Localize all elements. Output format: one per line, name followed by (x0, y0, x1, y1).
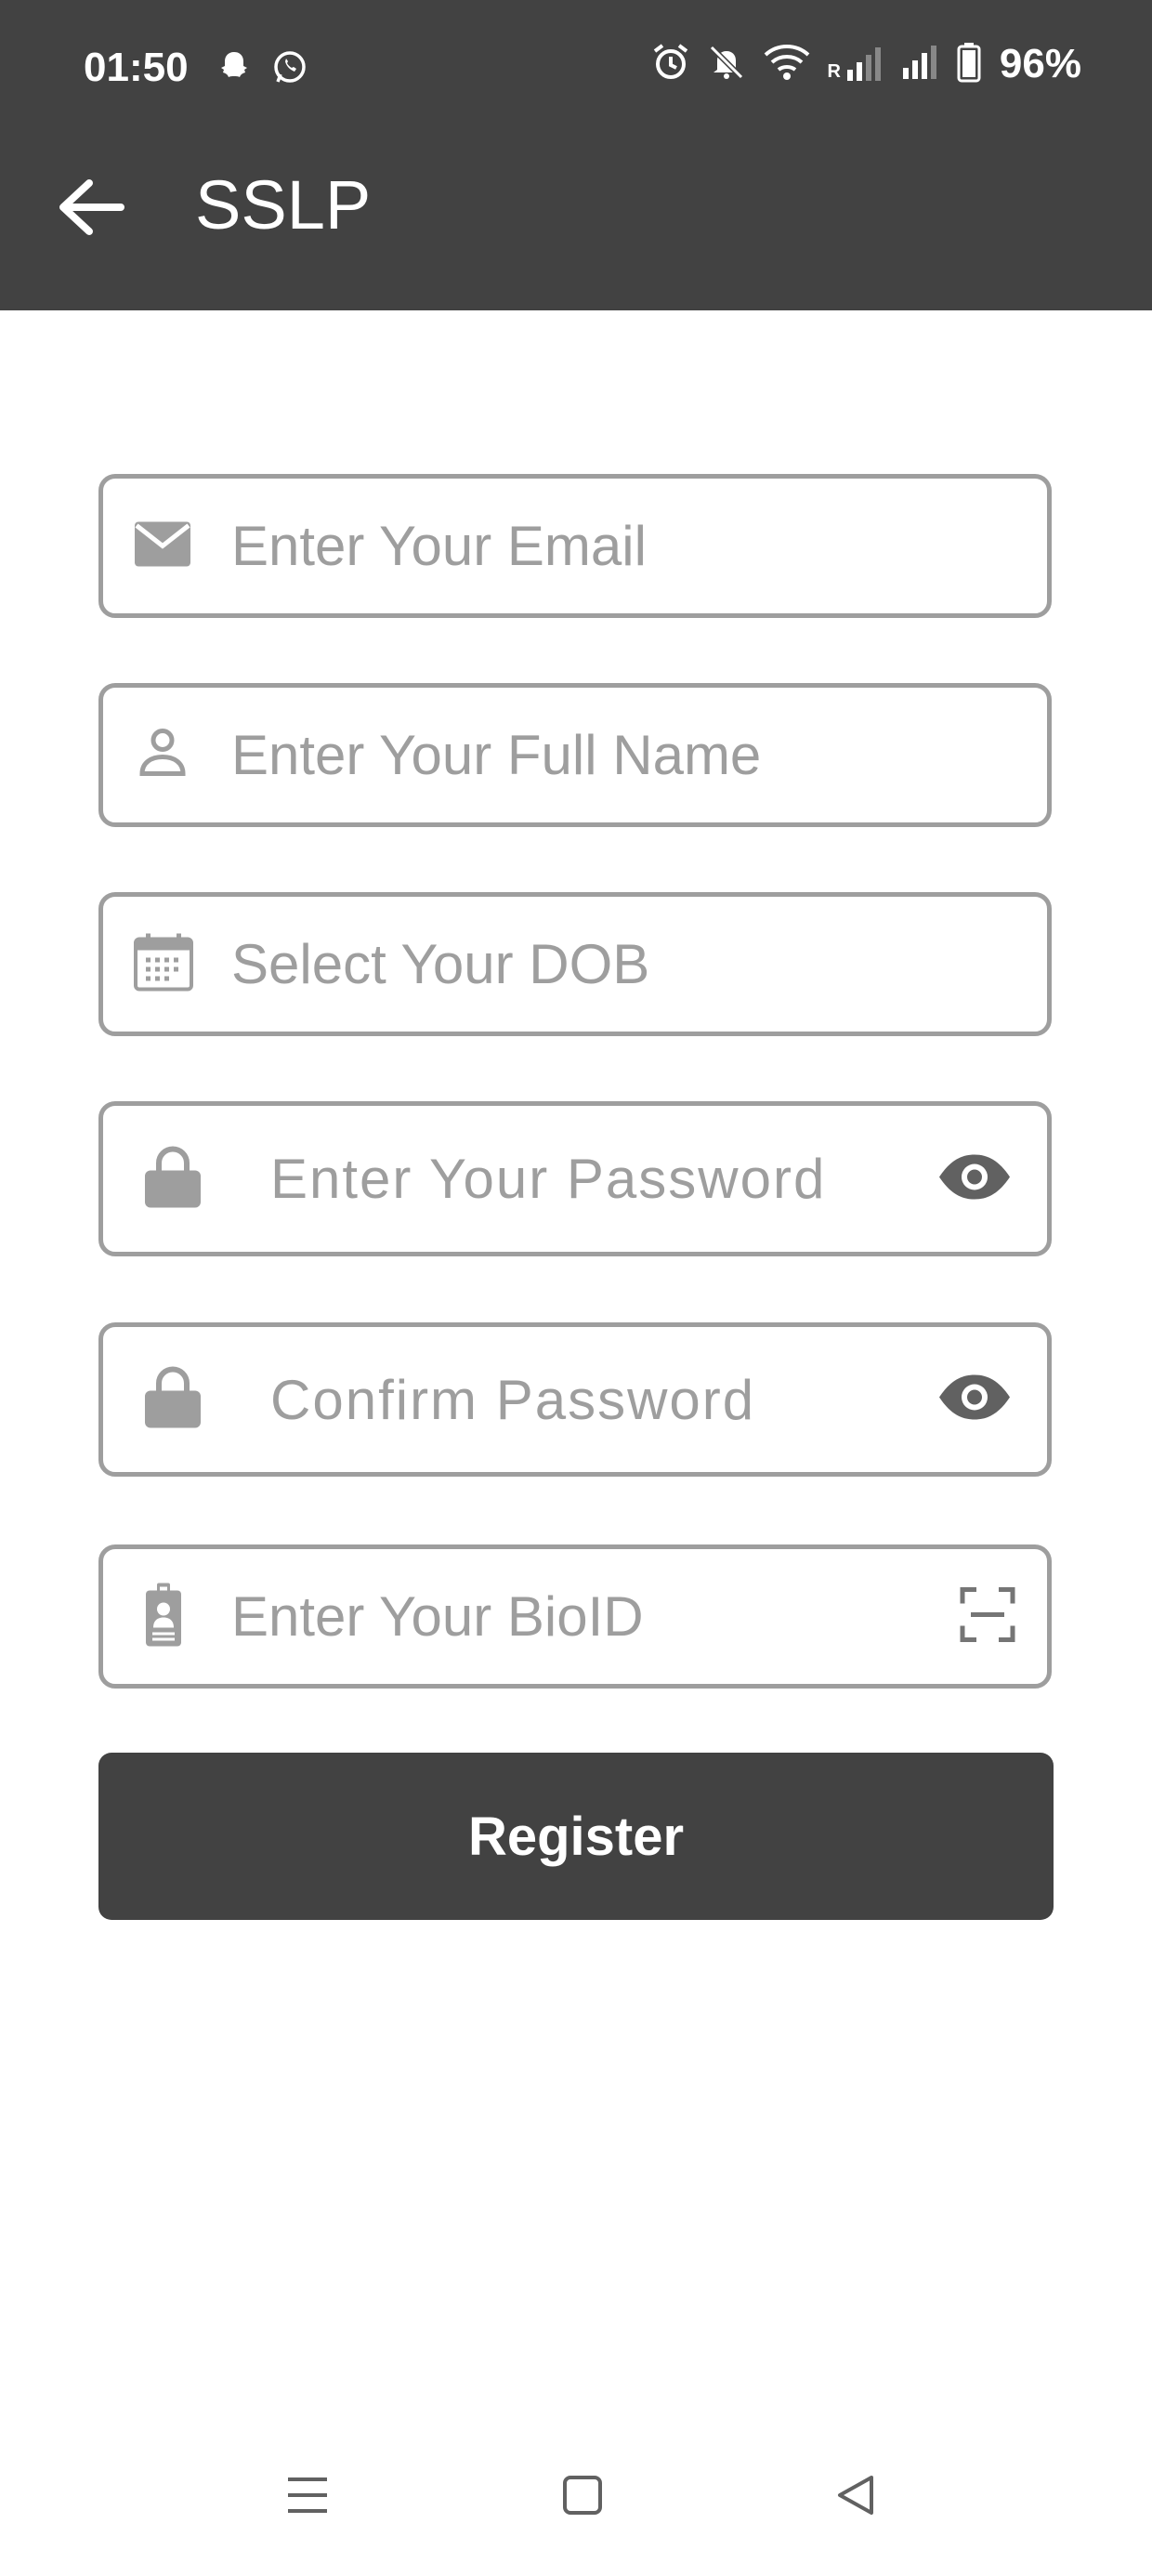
navigation-bar (0, 2453, 1152, 2556)
wifi-icon (762, 42, 812, 87)
confirm-password-field[interactable] (98, 1322, 1052, 1477)
status-bar: 01:50 R 96% (0, 0, 1152, 139)
snapchat-icon (216, 48, 253, 90)
lock-icon (142, 1365, 203, 1435)
back-button[interactable] (54, 175, 128, 240)
mail-icon (133, 519, 192, 572)
home-square-icon[interactable] (561, 2472, 604, 2523)
battery-icon (957, 42, 981, 87)
scan-icon[interactable] (960, 1586, 1015, 1647)
dob-input[interactable] (231, 897, 1012, 1032)
confirm-password-input[interactable] (270, 1327, 884, 1472)
person-icon (133, 727, 192, 783)
signal-icon (901, 44, 942, 85)
arrow-left-icon (59, 179, 124, 235)
lock-icon (142, 1144, 203, 1214)
back-triangle-icon[interactable] (832, 2472, 879, 2523)
bio-id-field[interactable] (98, 1544, 1052, 1689)
eye-icon[interactable] (937, 1152, 1012, 1205)
full-name-input[interactable] (231, 688, 1012, 822)
eye-icon[interactable] (937, 1373, 1012, 1426)
status-time: 01:50 (84, 45, 189, 90)
signal-icon: R (827, 46, 885, 83)
id-badge-icon (144, 1581, 183, 1652)
alarm-icon (650, 42, 691, 87)
password-field[interactable] (98, 1101, 1052, 1256)
register-button[interactable]: Register (98, 1753, 1054, 1920)
email-input[interactable] (231, 479, 1012, 613)
bio-id-input[interactable] (231, 1549, 919, 1684)
roaming-label: R (827, 61, 841, 82)
calendar-icon (133, 931, 194, 997)
password-input[interactable] (270, 1106, 884, 1252)
battery-percent: 96% (999, 41, 1081, 86)
dob-field[interactable] (98, 892, 1052, 1036)
full-name-field[interactable] (98, 683, 1052, 827)
whatsapp-icon (271, 48, 308, 90)
app-bar: SSLP (0, 139, 1152, 310)
email-field[interactable] (98, 474, 1052, 618)
mute-icon (706, 42, 747, 87)
menu-icon[interactable] (284, 2472, 331, 2523)
page-title: SSLP (195, 166, 372, 243)
